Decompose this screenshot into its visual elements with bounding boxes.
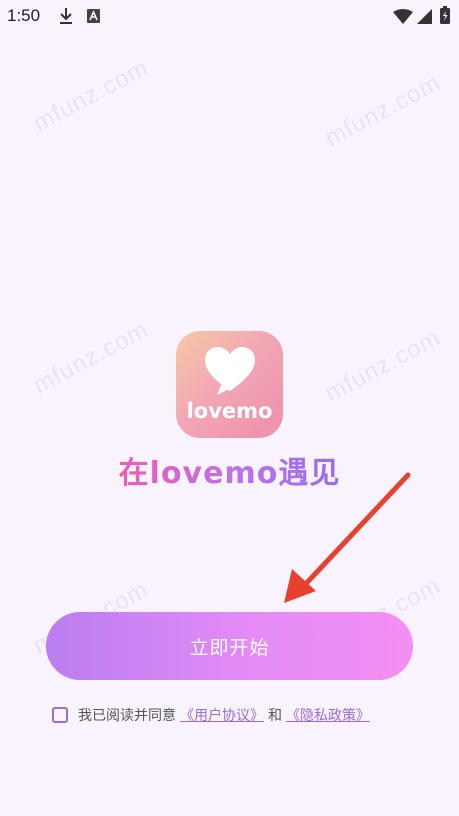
watermark: mfunz.com (28, 53, 154, 138)
status-bar: 1:50 (0, 0, 459, 34)
battery-icon (440, 6, 450, 24)
start-button-label: 立即开始 (189, 636, 270, 659)
watermark: mfunz.com (320, 68, 446, 153)
text-a-icon (87, 9, 100, 23)
wifi-icon (393, 9, 413, 24)
watermark: mfunz.com (28, 315, 154, 400)
heart-chat-icon (205, 347, 255, 395)
agreement-conjunction: 和 (268, 708, 282, 724)
user-agreement-link[interactable]: 《用户协议》 (180, 705, 264, 725)
agreement-row: 我已阅读并同意 《用户协议》 和 《隐私政策》 (52, 703, 374, 727)
agreement-checkbox[interactable] (52, 707, 68, 723)
annotation-arrow (284, 472, 411, 603)
app-logo: lovemo (176, 331, 283, 438)
status-time: 1:50 (7, 6, 41, 25)
signal-icon (417, 9, 432, 24)
watermark: mfunz.com (320, 323, 446, 408)
logo-text: lovemo (186, 399, 273, 423)
privacy-policy-link[interactable]: 《隐私政策》 (286, 705, 370, 725)
agreement-prefix: 我已阅读并同意 (78, 708, 176, 724)
download-icon (60, 8, 72, 24)
start-button[interactable]: 立即开始 (46, 612, 413, 680)
